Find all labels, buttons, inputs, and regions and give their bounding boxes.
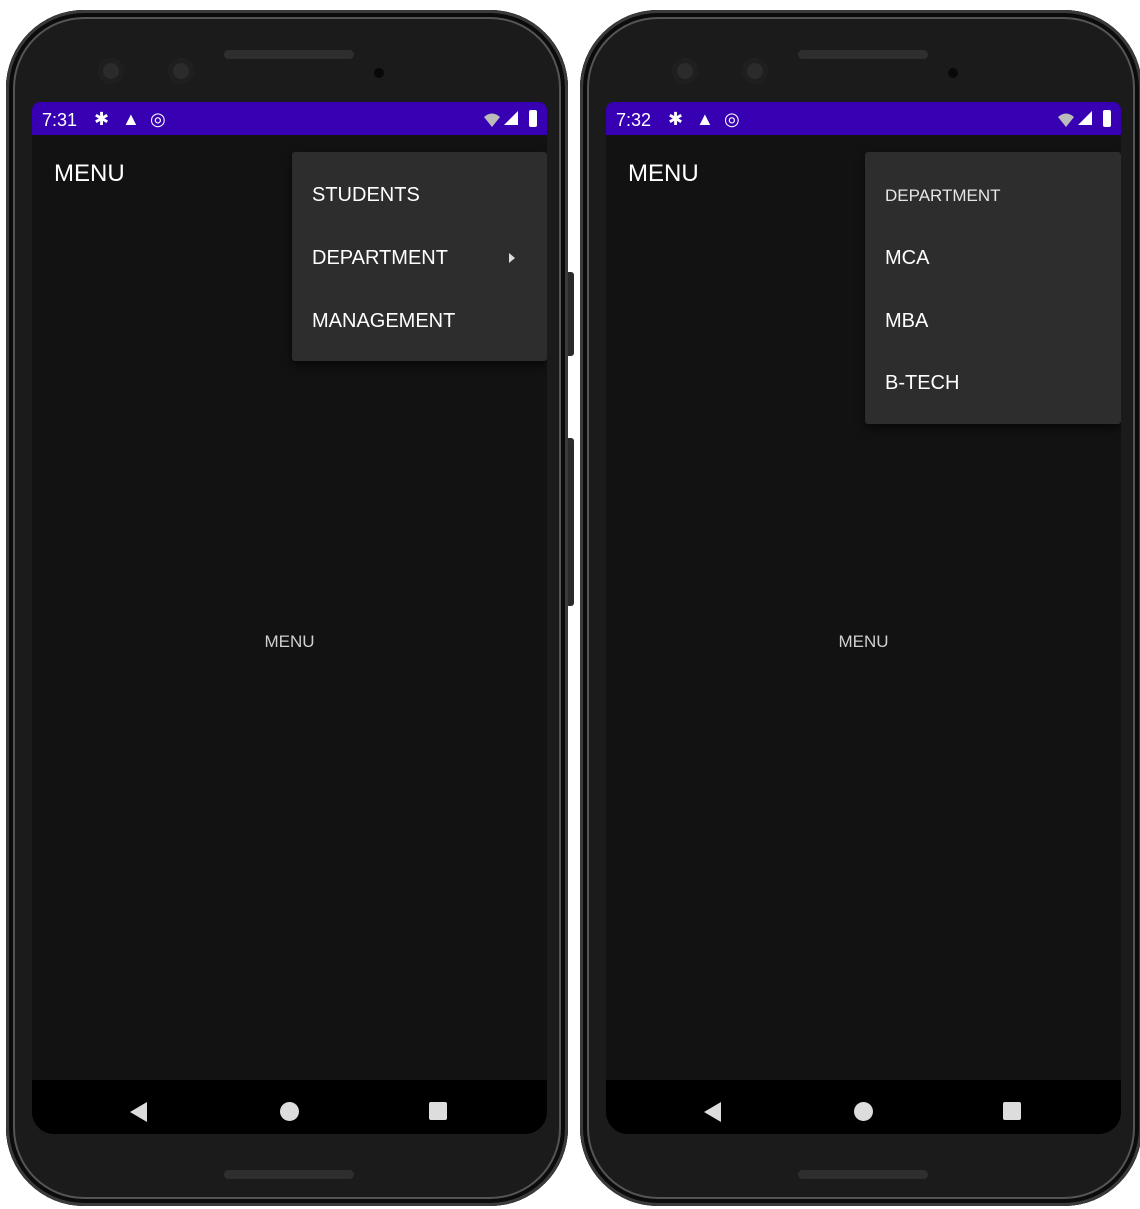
data-saver-icon: ◎ bbox=[724, 109, 740, 129]
menu-item-students[interactable]: STUDENTS bbox=[312, 184, 420, 207]
signal-icon bbox=[1078, 111, 1092, 125]
recents-icon[interactable] bbox=[1003, 1102, 1021, 1120]
signal-icon bbox=[504, 111, 518, 125]
navigation-bar bbox=[606, 1080, 1121, 1134]
bottom-speaker bbox=[224, 1170, 354, 1179]
status-bar: 7:32 ✱ ▲ ◎ bbox=[606, 102, 1121, 135]
warning-icon: ▲ bbox=[122, 109, 140, 129]
screen-left: 7:31 ✱ ▲ ◎ MENU MENU STUDENTS DEPARTMENT… bbox=[32, 102, 547, 1134]
battery-icon bbox=[1103, 110, 1111, 127]
navigation-bar bbox=[32, 1080, 547, 1134]
front-camera-icon bbox=[672, 58, 698, 84]
back-icon[interactable] bbox=[704, 1102, 721, 1122]
submenu-header: DEPARTMENT bbox=[885, 186, 1001, 205]
proximity-sensor bbox=[948, 68, 958, 78]
status-time: 7:32 bbox=[616, 110, 652, 130]
settings-icon: ✱ bbox=[668, 109, 684, 129]
battery-icon bbox=[529, 110, 537, 127]
center-label: MENU bbox=[264, 632, 315, 651]
center-label: MENU bbox=[838, 632, 889, 651]
status-time: 7:31 bbox=[42, 110, 78, 130]
wifi-icon bbox=[1058, 113, 1074, 127]
settings-icon: ✱ bbox=[94, 109, 110, 129]
recents-icon[interactable] bbox=[429, 1102, 447, 1120]
menu-item-mca[interactable]: MCA bbox=[885, 247, 929, 270]
wifi-icon bbox=[484, 113, 500, 127]
app-title: MENU bbox=[54, 160, 125, 187]
bottom-speaker bbox=[798, 1170, 928, 1179]
front-camera-icon bbox=[98, 58, 124, 84]
screen-right: 7:32 ✱ ▲ ◎ MENU MENU DEPARTMENT MCA MBA … bbox=[606, 102, 1121, 1134]
submenu: DEPARTMENT MCA MBA B-TECH bbox=[865, 152, 1121, 424]
home-icon[interactable] bbox=[854, 1102, 873, 1121]
proximity-sensor bbox=[374, 68, 384, 78]
menu-item-management[interactable]: MANAGEMENT bbox=[312, 310, 455, 333]
warning-icon: ▲ bbox=[696, 109, 714, 129]
status-bar: 7:31 ✱ ▲ ◎ bbox=[32, 102, 547, 135]
earpiece-speaker bbox=[224, 50, 354, 59]
menu-item-btech[interactable]: B-TECH bbox=[885, 372, 959, 395]
earpiece-speaker bbox=[798, 50, 928, 59]
power-button bbox=[568, 272, 574, 356]
volume-button bbox=[568, 438, 574, 606]
data-saver-icon: ◎ bbox=[150, 109, 166, 129]
back-icon[interactable] bbox=[130, 1102, 147, 1122]
app-title: MENU bbox=[628, 160, 699, 187]
options-menu: STUDENTS DEPARTMENT MANAGEMENT bbox=[292, 152, 547, 361]
submenu-arrow-icon bbox=[509, 253, 515, 263]
front-camera-icon bbox=[168, 58, 194, 84]
home-icon[interactable] bbox=[280, 1102, 299, 1121]
phone-frame-right: 7:32 ✱ ▲ ◎ MENU MENU DEPARTMENT MCA MBA … bbox=[580, 10, 1140, 1206]
front-camera-icon bbox=[742, 58, 768, 84]
phone-frame-left: 7:31 ✱ ▲ ◎ MENU MENU STUDENTS DEPARTMENT… bbox=[6, 10, 574, 1206]
menu-item-department[interactable]: DEPARTMENT bbox=[312, 247, 527, 270]
menu-item-mba[interactable]: MBA bbox=[885, 310, 928, 333]
